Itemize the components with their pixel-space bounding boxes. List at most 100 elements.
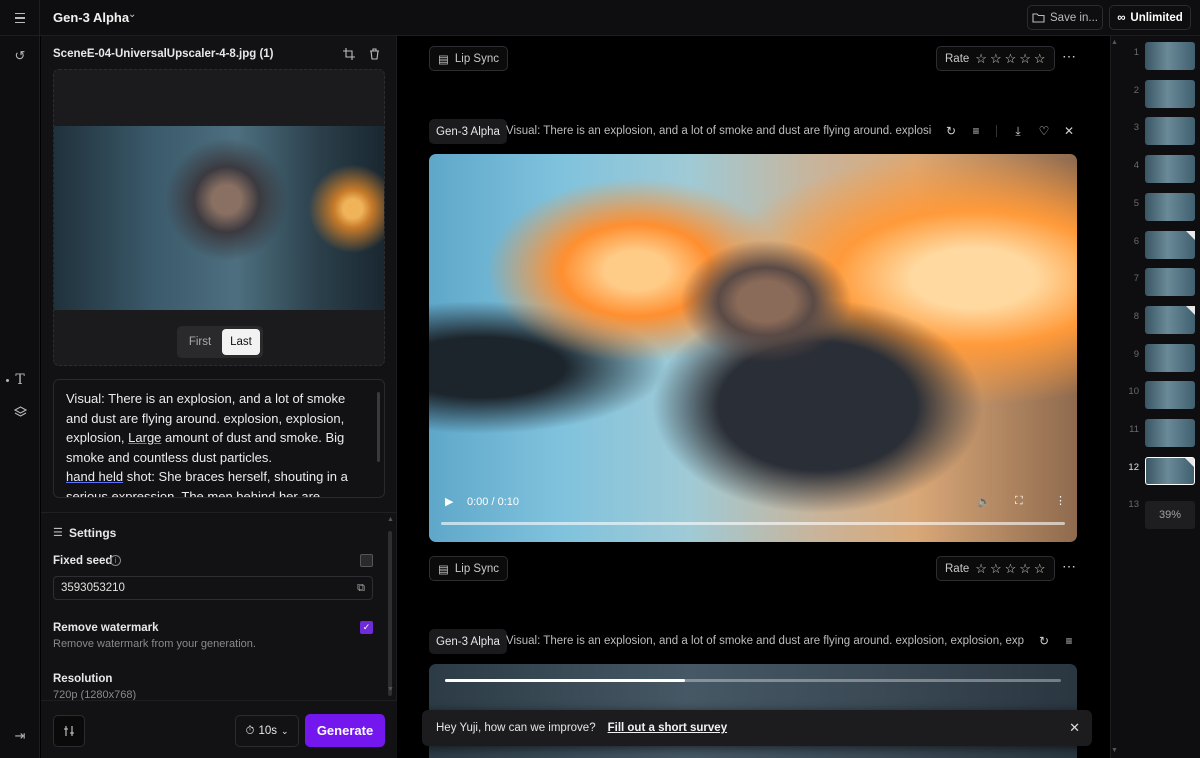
crop-icon[interactable]: [341, 46, 357, 62]
timeline-thumbnail[interactable]: [1145, 381, 1195, 410]
duration-selector[interactable]: ⏱ 10s ⌄: [235, 715, 299, 747]
timeline-item[interactable]: 10: [1111, 378, 1200, 410]
timeline-thumbnail[interactable]: [1145, 419, 1195, 447]
video-player[interactable]: ▶ 0:00 / 0:10 🔈 ⛶ ⋮: [429, 154, 1077, 542]
hamburger-menu-icon[interactable]: [10, 9, 30, 27]
close-icon[interactable]: ✕: [1069, 720, 1080, 736]
generate-footer: ⏱ 10s ⌄ Generate: [41, 700, 397, 758]
menu-lines-icon[interactable]: ≡: [968, 123, 984, 139]
remove-watermark-checkbox[interactable]: ✓: [360, 621, 373, 634]
generate-button[interactable]: Generate: [305, 714, 385, 747]
scroll-up-arrow-icon[interactable]: ▲: [387, 516, 394, 523]
prompt-textarea[interactable]: Visual: There is an explosion, and a lot…: [53, 379, 385, 498]
chevron-down-icon[interactable]: ⌄: [128, 9, 136, 20]
star-icon[interactable]: ☆: [990, 561, 1002, 577]
more-options-icon[interactable]: ⋯: [1062, 558, 1077, 575]
generation-prompt[interactable]: Visual: There is an explosion, and a lot…: [506, 635, 1024, 647]
settings-scrollbar[interactable]: [388, 531, 392, 696]
fixed-seed-checkbox[interactable]: [360, 554, 373, 567]
timeline-item[interactable]: 2: [1111, 77, 1200, 109]
timeline-thumbnail[interactable]: [1145, 42, 1195, 70]
prompt-scrollbar[interactable]: [377, 392, 380, 462]
star-rating: ☆ ☆ ☆ ☆ ☆: [975, 561, 1045, 577]
scroll-down-arrow-icon[interactable]: ▼: [387, 686, 394, 693]
close-icon[interactable]: ✕: [1061, 123, 1077, 139]
timeline-thumbnail[interactable]: [1145, 79, 1195, 108]
timeline-number: 9: [1133, 348, 1139, 360]
unlimited-plan-button[interactable]: ∞ Unlimited: [1109, 5, 1191, 30]
timeline-item[interactable]: 5: [1111, 190, 1200, 222]
history-icon[interactable]: ↺: [11, 47, 29, 65]
timeline-item[interactable]: 7: [1111, 265, 1200, 297]
model-tag: Gen-3 Alpha: [429, 119, 507, 144]
caption-icon: ▤: [438, 563, 449, 576]
toast-message: Hey Yuji, how can we improve?: [436, 722, 596, 734]
generation-feed: ▤ Lip Sync Rate ☆ ☆ ☆ ☆ ☆ ⋯ Gen-3 Alpha Visu…: [398, 36, 1110, 758]
volume-icon[interactable]: 🔈: [977, 495, 991, 508]
scroll-down-arrow-icon[interactable]: ▼: [1111, 747, 1118, 754]
spellcheck-word: hand held: [66, 469, 124, 484]
star-icon[interactable]: ☆: [1005, 561, 1017, 577]
timeline-thumbnail[interactable]: [1145, 117, 1195, 146]
star-icon[interactable]: ☆: [1019, 51, 1031, 67]
video-progress-bar[interactable]: [441, 522, 1065, 525]
timeline-item[interactable]: 12: [1111, 454, 1200, 486]
timeline-thumbnail[interactable]: [1145, 155, 1195, 184]
survey-link[interactable]: Fill out a short survey: [608, 722, 728, 734]
text-tool-icon[interactable]: T: [11, 371, 29, 389]
prompt-line: and dust are flying around. explosion, e…: [66, 410, 345, 426]
timeline-item[interactable]: 8: [1111, 303, 1200, 335]
star-icon[interactable]: ☆: [975, 561, 987, 577]
timeline-thumbnail[interactable]: [1145, 230, 1195, 259]
star-icon[interactable]: ☆: [1019, 561, 1031, 577]
timeline-thumbnail[interactable]: [1145, 305, 1195, 334]
prompt-line: explosion, Large amount of dust and smok…: [66, 428, 372, 448]
model-selector-title[interactable]: Gen-3 Alpha: [53, 10, 129, 25]
save-in-button[interactable]: Save in...: [1027, 5, 1103, 30]
reuse-icon[interactable]: ↻: [1036, 633, 1052, 649]
fixed-seed-label: Fixed seed: [53, 555, 113, 567]
folder-icon: [1032, 13, 1045, 23]
more-options-icon[interactable]: ⋯: [1062, 48, 1077, 65]
first-frame-option[interactable]: First: [180, 329, 220, 355]
timeline-item[interactable]: 1: [1111, 39, 1200, 71]
timeline-item[interactable]: 3: [1111, 114, 1200, 146]
menu-lines-icon[interactable]: ≡: [1061, 633, 1077, 649]
layers-icon[interactable]: [11, 403, 29, 421]
reuse-icon[interactable]: ↻: [943, 123, 959, 139]
input-image: [54, 126, 384, 310]
timeline-thumbnail[interactable]: [1145, 343, 1195, 372]
timeline-thumbnail[interactable]: [1145, 456, 1195, 485]
timeline-item[interactable]: 9: [1111, 341, 1200, 373]
last-frame-option[interactable]: Last: [222, 329, 260, 355]
star-icon[interactable]: ☆: [1034, 561, 1046, 577]
frame-toggle: First Last: [177, 326, 263, 358]
presets-button[interactable]: [53, 715, 85, 747]
play-icon[interactable]: ▶: [445, 495, 453, 508]
download-icon[interactable]: ⤓: [1010, 123, 1026, 139]
copy-icon[interactable]: ⧉: [357, 582, 365, 595]
more-video-options-icon[interactable]: ⋮: [1055, 494, 1066, 507]
timeline-thumbnail[interactable]: [1145, 192, 1195, 221]
timeline-item[interactable]: 6: [1111, 228, 1200, 260]
star-icon[interactable]: ☆: [990, 51, 1002, 67]
seed-input[interactable]: 3593053210 ⧉: [53, 576, 373, 600]
info-icon[interactable]: i: [110, 555, 121, 566]
lip-sync-button[interactable]: ▤ Lip Sync: [429, 46, 508, 71]
star-icon[interactable]: ☆: [975, 51, 987, 67]
chevron-down-icon: ⌄: [280, 725, 289, 736]
timeline-item[interactable]: 4: [1111, 152, 1200, 184]
heart-icon[interactable]: ♡: [1036, 123, 1052, 139]
star-icon[interactable]: ☆: [1005, 51, 1017, 67]
generation-prompt[interactable]: Visual: There is an explosion, and a lot…: [506, 125, 932, 137]
lip-sync-button[interactable]: ▤ Lip Sync: [429, 556, 508, 581]
timeline-item[interactable]: 11: [1111, 416, 1200, 448]
settings-title: Settings: [69, 526, 117, 540]
trash-icon[interactable]: [366, 46, 382, 62]
fullscreen-icon[interactable]: ⛶: [1015, 495, 1023, 508]
timeline-item[interactable]: 13: [1111, 491, 1200, 523]
image-preview-box[interactable]: First Last: [53, 69, 385, 366]
star-icon[interactable]: ☆: [1034, 51, 1046, 67]
collapse-panel-icon[interactable]: ⇥: [11, 727, 29, 745]
timeline-thumbnail[interactable]: [1145, 268, 1195, 297]
